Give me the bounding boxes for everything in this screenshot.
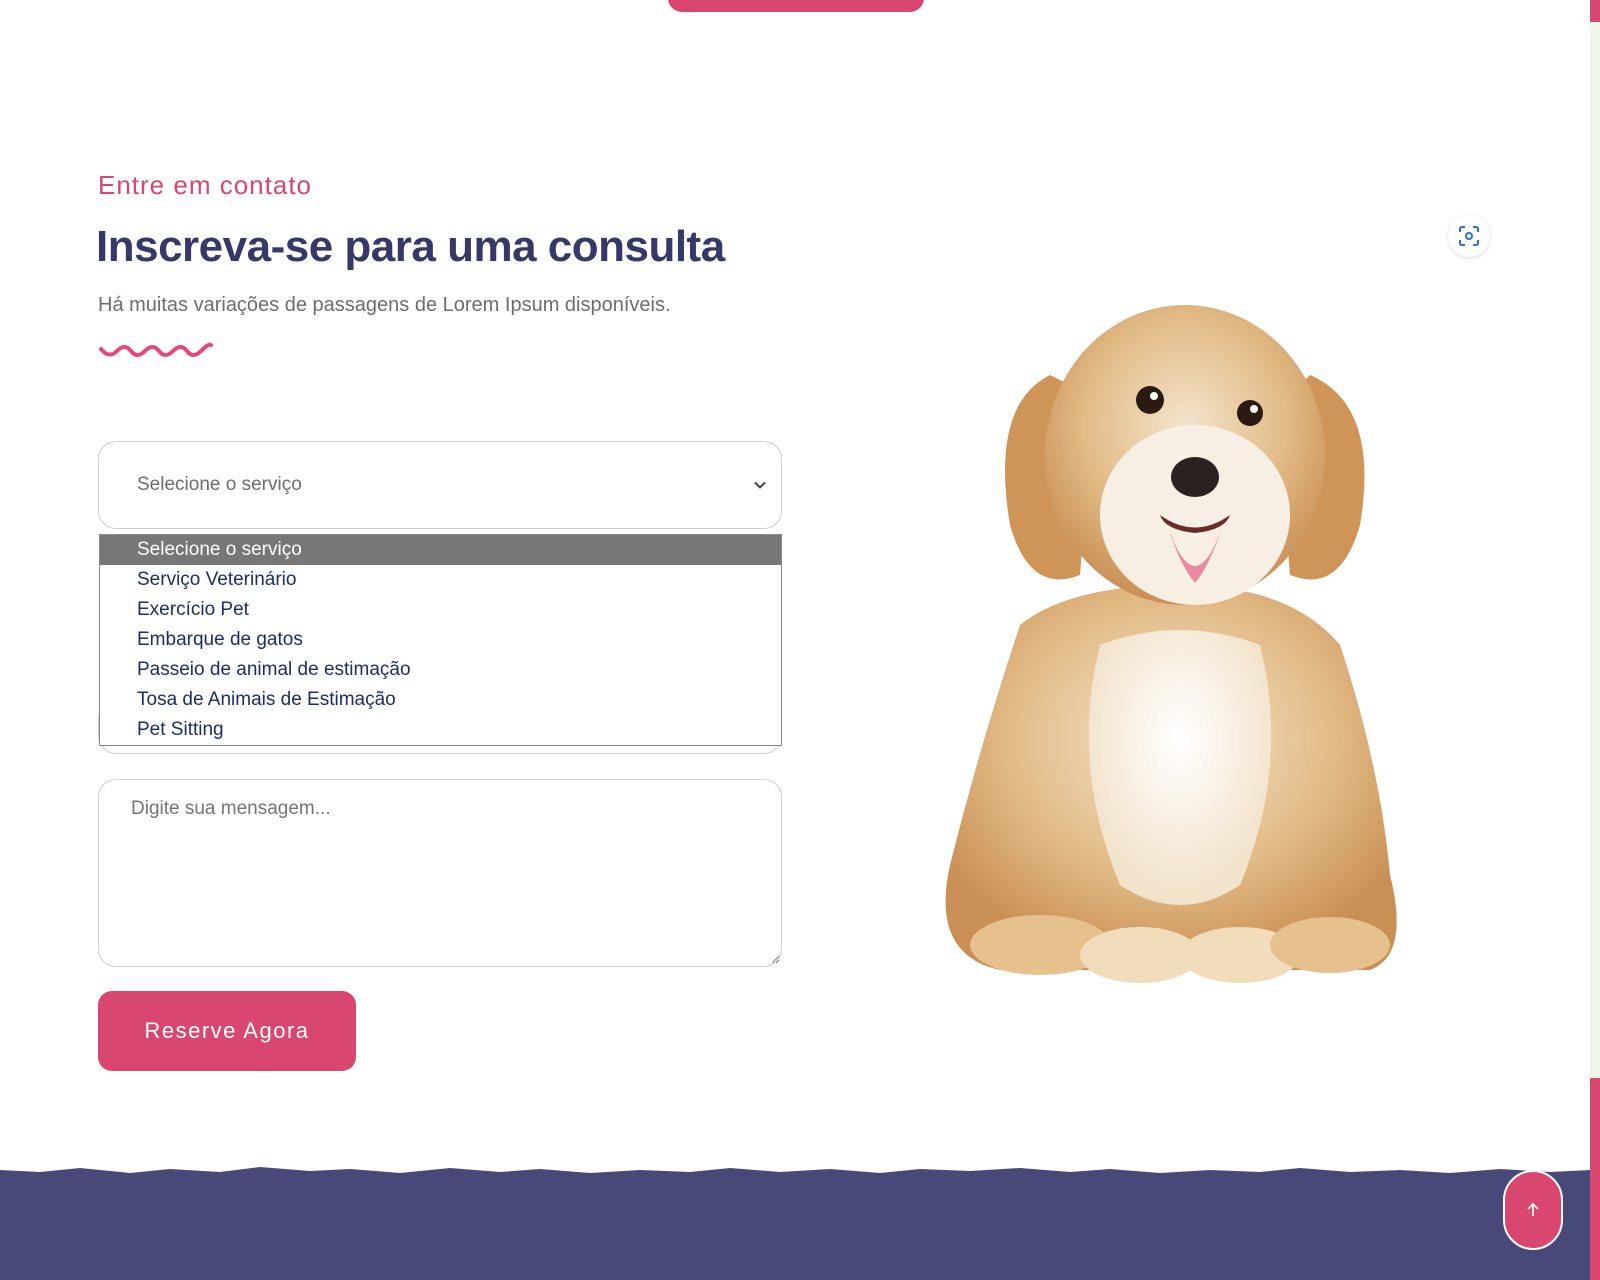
wavy-divider — [99, 342, 213, 357]
service-option[interactable]: Embarque de gatos — [100, 625, 781, 655]
back-to-top-button[interactable] — [1503, 1170, 1563, 1250]
dog-image — [945, 305, 1397, 983]
service-option[interactable]: Tosa de Animais de Estimação — [100, 685, 781, 715]
service-option[interactable]: Passeio de animal de estimação — [100, 655, 781, 685]
service-select[interactable]: Selecione o serviço — [98, 441, 782, 529]
footer-band — [0, 1167, 1590, 1280]
service-options-list[interactable]: Selecione o serviço Serviço Veterinário … — [99, 534, 782, 746]
resize-handle-icon[interactable] — [770, 954, 780, 964]
visual-search-icon — [1459, 226, 1479, 246]
section-subtext: Há muitas variações de passagens de Lore… — [98, 294, 671, 316]
previous-section-button[interactable] — [668, 0, 924, 12]
arrow-up-icon — [1527, 1202, 1539, 1216]
service-option[interactable]: Pet Sitting — [100, 715, 781, 745]
section-eyebrow: Entre em contato — [98, 170, 312, 200]
scrollbar-thumb[interactable] — [1590, 1078, 1600, 1280]
reserve-now-button[interactable]: Reserve Agora — [98, 991, 356, 1071]
service-select-value: Selecione o serviço — [137, 474, 302, 495]
message-textarea[interactable] — [98, 779, 782, 967]
visual-search-button[interactable] — [1448, 215, 1490, 257]
chevron-down-icon — [754, 481, 766, 489]
scrollbar-marker — [1590, 0, 1600, 22]
service-option[interactable]: Selecione o serviço — [100, 535, 781, 565]
service-option[interactable]: Exercício Pet — [100, 595, 781, 625]
service-option[interactable]: Serviço Veterinário — [100, 565, 781, 595]
section-heading: Inscreva-se para uma consulta — [96, 222, 725, 271]
